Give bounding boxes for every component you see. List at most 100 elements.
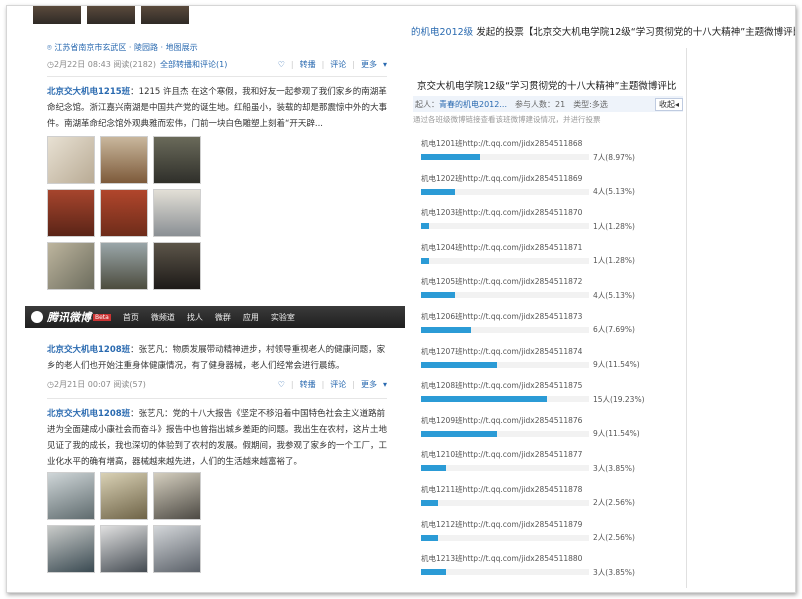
thumbnail-image[interactable]	[47, 472, 95, 520]
weibo-feed: ⌾ 江苏省南京市玄武区 · 陵园路 · 地图展示 ◷ 2月22日 08:43 阅…	[25, 6, 405, 592]
poll-option-result: 2人(2.56%)	[421, 531, 671, 545]
poll-option[interactable]: 机电1211班http://t.qq.com/jidx2854511878 2人(…	[421, 484, 671, 519]
poll-meta-bar: 起人：青春的机电2012... 参与人数：21 类型:多选 收起◂	[413, 96, 683, 112]
poll-option-result: 4人(5.13%)	[421, 185, 671, 199]
poll-option-count: 3人(3.85%)	[593, 463, 635, 473]
poll-header-title: 【北京交大机电学院12级“学习贯彻党的十八大精神”主题微博评比】	[523, 27, 796, 38]
all-reposts-link[interactable]: 全部转播和评论(1)	[160, 59, 227, 70]
nav-channel[interactable]: 微频道	[151, 312, 175, 323]
post3-body: 北京交大机电1208班：张艺凡：党的十八大报告《坚定不移沿着中国特色社会主义道路…	[47, 406, 389, 470]
poll-option-label[interactable]: 机电1202班http://t.qq.com/jidx2854511869	[421, 173, 671, 185]
heart-icon[interactable]: ♡	[278, 60, 285, 69]
poll-option[interactable]: 机电1206班http://t.qq.com/jidx2854511873 6人(…	[421, 311, 671, 346]
repost-button[interactable]: 转播	[300, 379, 316, 390]
poll-option-label[interactable]: 机电1208班http://t.qq.com/jidx2854511875	[421, 380, 671, 392]
poll-title: 京交大机电学院12级“学习贯彻党的十八大精神”主题微博评比	[417, 81, 677, 92]
repost-button[interactable]: 转播	[300, 59, 316, 70]
poll-bar-fill	[421, 326, 472, 333]
thumbnail-image[interactable]	[100, 472, 148, 520]
thumbnail-image[interactable]	[153, 525, 201, 573]
thumbnail-image[interactable]	[100, 189, 148, 237]
nav-groups[interactable]: 微群	[215, 312, 231, 323]
poll-option[interactable]: 机电1208班http://t.qq.com/jidx2854511875 15人…	[421, 380, 671, 415]
thumbnail-image[interactable]	[100, 242, 148, 290]
poll-info: 通过各班级微博链接查看该班微博建设情况，并进行投票	[413, 115, 601, 124]
poll-option[interactable]: 机电1202班http://t.qq.com/jidx2854511869 4人(…	[421, 173, 671, 208]
poll-option-label[interactable]: 机电1209班http://t.qq.com/jidx2854511876	[421, 415, 671, 427]
poll-bar-fill	[421, 430, 497, 437]
clock-icon: ◷	[47, 379, 54, 389]
separator: |	[321, 379, 325, 389]
poll-option-result: 1人(1.28%)	[421, 254, 671, 268]
more-button[interactable]: 更多	[361, 59, 377, 70]
initiator-link[interactable]: 的机电2012级	[411, 27, 473, 38]
thumbnail-image[interactable]	[153, 242, 201, 290]
poll-option-label[interactable]: 机电1212班http://t.qq.com/jidx2854511879	[421, 519, 671, 531]
poll-option-label[interactable]: 机电1213班http://t.qq.com/jidx2854511880	[421, 553, 671, 565]
poll-option-label[interactable]: 机电1207班http://t.qq.com/jidx2854511874	[421, 346, 671, 358]
poll-option[interactable]: 机电1209班http://t.qq.com/jidx2854511876 9人(…	[421, 415, 671, 450]
comment-button[interactable]: 评论	[330, 379, 346, 390]
nav-lab[interactable]: 实验室	[271, 312, 295, 323]
collapse-button[interactable]: 收起◂	[654, 97, 683, 111]
poll-bar-track	[421, 465, 589, 472]
chevron-left-icon: ◂	[674, 99, 679, 109]
thumbnail-image[interactable]	[47, 136, 95, 184]
poll-bar-track	[421, 326, 589, 333]
poll-option-label[interactable]: 机电1210班http://t.qq.com/jidx2854511877	[421, 449, 671, 461]
location-pin-icon: ⌾	[47, 43, 52, 52]
poll-option[interactable]: 机电1212班http://t.qq.com/jidx2854511879 2人(…	[421, 519, 671, 554]
post-author-link[interactable]: 北京交大机电1208班	[47, 345, 130, 355]
post-author-link[interactable]: 北京交大机电1215班	[47, 87, 130, 97]
poll-option-label[interactable]: 机电1204班http://t.qq.com/jidx2854511871	[421, 242, 671, 254]
clock-icon: ◷	[47, 59, 54, 69]
poll-option[interactable]: 机电1210班http://t.qq.com/jidx2854511877 3人(…	[421, 449, 671, 484]
poll-option[interactable]: 机电1203班http://t.qq.com/jidx2854511870 1人(…	[421, 207, 671, 242]
thumbnail-image[interactable]	[153, 472, 201, 520]
nav-apps[interactable]: 应用	[243, 312, 259, 323]
poll-option-count: 4人(5.13%)	[593, 187, 635, 197]
poll-option-label[interactable]: 机电1203班http://t.qq.com/jidx2854511870	[421, 207, 671, 219]
post3-thumbnails	[47, 472, 201, 573]
initiator-name-link[interactable]: 青春的机电2012...	[439, 100, 507, 109]
poll-page: 的机电2012级 发起的投票【北京交大机电学院12级“学习贯彻党的十八大精神”主…	[411, 16, 796, 588]
post-author-link[interactable]: 北京交大机电1208班	[47, 409, 130, 419]
post2-body: 北京交大机电1208班：张艺凡：物质发展带动精神进步，村领导重视老人的健康问题，…	[47, 342, 389, 374]
weibo-logo[interactable]: 腾讯微博	[47, 309, 91, 325]
nav-find-people[interactable]: 找人	[187, 312, 203, 323]
more-button[interactable]: 更多	[361, 379, 377, 390]
poll-option-label[interactable]: 机电1205班http://t.qq.com/jidx2854511872	[421, 276, 671, 288]
thumbnail-image[interactable]	[47, 189, 95, 237]
poll-option-count: 15人(19.23%)	[593, 394, 645, 404]
poll-option-label[interactable]: 机电1206班http://t.qq.com/jidx2854511873	[421, 311, 671, 323]
poll-option[interactable]: 机电1213班http://t.qq.com/jidx2854511880 3人(…	[421, 553, 671, 588]
location-link[interactable]: ⌾ 江苏省南京市玄武区 · 陵园路 · 地图展示	[47, 42, 198, 53]
comment-button[interactable]: 评论	[330, 59, 346, 70]
beta-badge: Beta	[93, 313, 111, 321]
poll-type: 类型:多选	[573, 99, 608, 109]
poll-option-label[interactable]: 机电1201班http://t.qq.com/jidx2854511868	[421, 138, 671, 150]
poll-option-count: 2人(2.56%)	[593, 533, 635, 543]
thumbnail-image[interactable]	[100, 525, 148, 573]
poll-bar-track	[421, 569, 589, 576]
poll-option-result: 6人(7.69%)	[421, 323, 671, 337]
penguin-logo-icon	[31, 311, 43, 323]
thumbnail-image[interactable]	[100, 136, 148, 184]
nav-home[interactable]: 首页	[123, 312, 139, 323]
poll-option[interactable]: 机电1205班http://t.qq.com/jidx2854511872 4人(…	[421, 276, 671, 311]
thumbnail-image[interactable]	[47, 242, 95, 290]
poll-bar-track	[421, 499, 589, 506]
poll-bar-fill	[421, 257, 430, 264]
poll-option-count: 9人(11.54%)	[593, 360, 640, 370]
poll-option-count: 7人(8.97%)	[593, 152, 635, 162]
poll-option[interactable]: 机电1204班http://t.qq.com/jidx2854511871 1人(…	[421, 242, 671, 277]
thumbnail-image[interactable]	[153, 189, 201, 237]
heart-icon[interactable]: ♡	[278, 380, 285, 389]
poll-option[interactable]: 机电1207班http://t.qq.com/jidx2854511874 9人(…	[421, 346, 671, 381]
poll-option[interactable]: 机电1201班http://t.qq.com/jidx2854511868 7人(…	[421, 138, 671, 173]
thumbnail-image[interactable]	[47, 525, 95, 573]
poll-option-label[interactable]: 机电1211班http://t.qq.com/jidx2854511878	[421, 484, 671, 496]
thumbnail-image[interactable]	[153, 136, 201, 184]
poll-option-result: 9人(11.54%)	[421, 427, 671, 441]
strip-image	[141, 6, 189, 24]
